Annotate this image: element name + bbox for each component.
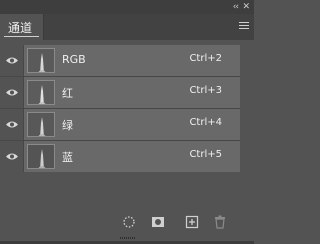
channel-row-rgb[interactable]: RGB Ctrl+2: [0, 45, 240, 76]
tab-channels[interactable]: 通道: [0, 14, 44, 40]
channel-row-green[interactable]: 绿 Ctrl+4: [0, 109, 240, 140]
tab-bar: 通道: [0, 14, 254, 40]
eye-icon: [6, 57, 18, 64]
close-panel-icon[interactable]: ✕: [242, 1, 250, 13]
channel-shortcut: Ctrl+2: [189, 53, 222, 64]
tab-underline: [4, 36, 39, 37]
panel-title-strip: ‹‹ ✕: [0, 0, 254, 14]
delete-channel-icon[interactable]: [213, 215, 227, 229]
visibility-toggle[interactable]: [0, 45, 24, 76]
channel-name: 绿: [62, 119, 73, 132]
channel-thumbnail: [27, 112, 55, 137]
channel-shortcut: Ctrl+4: [189, 117, 222, 128]
channel-name: RGB: [62, 53, 86, 66]
visibility-toggle[interactable]: [0, 141, 24, 172]
channel-name: 蓝: [62, 151, 73, 164]
eye-icon: [6, 153, 18, 160]
new-channel-icon[interactable]: [185, 215, 199, 229]
eye-icon: [6, 89, 18, 96]
resize-grip[interactable]: [120, 237, 136, 239]
channels-footer-toolbar: [0, 203, 254, 241]
channel-thumbnail: [27, 48, 55, 73]
channels-panel: ‹‹ ✕ 通道 RGB Ctrl+2 红 Ctrl+3 绿 Ctrl+4 蓝 C…: [0, 0, 254, 244]
channel-shortcut: Ctrl+5: [189, 149, 222, 160]
channel-thumbnail: [27, 80, 55, 105]
load-selection-icon[interactable]: [122, 215, 136, 229]
eye-icon: [6, 121, 18, 128]
channel-name: 红: [62, 87, 73, 100]
channel-thumbnail: [27, 144, 55, 169]
save-mask-icon[interactable]: [151, 215, 165, 229]
visibility-toggle[interactable]: [0, 109, 24, 140]
scrollbar-track[interactable]: [240, 45, 254, 200]
panel-menu-icon[interactable]: [239, 22, 249, 30]
tab-label: 通道: [8, 21, 33, 35]
visibility-toggle[interactable]: [0, 77, 24, 108]
channel-row-blue[interactable]: 蓝 Ctrl+5: [0, 141, 240, 172]
channel-shortcut: Ctrl+3: [189, 85, 222, 96]
collapse-panel-icon[interactable]: ‹‹: [233, 1, 239, 13]
channel-row-red[interactable]: 红 Ctrl+3: [0, 77, 240, 108]
